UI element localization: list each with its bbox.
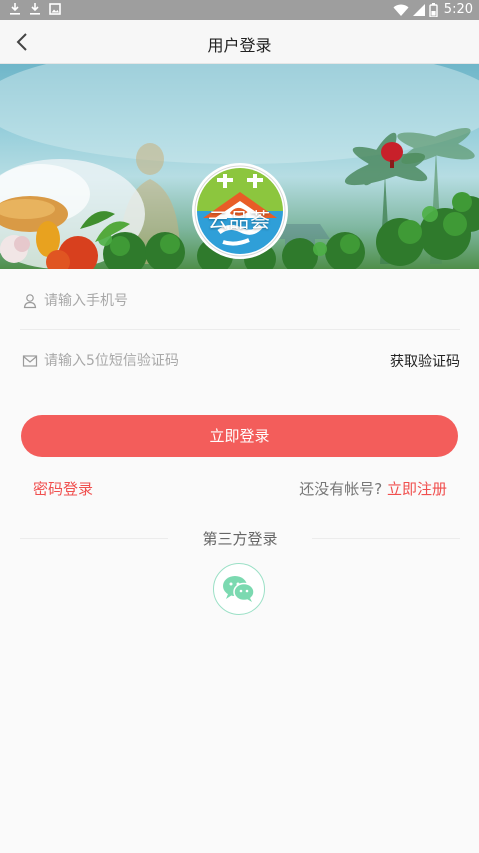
sms-code-input[interactable]: [44, 347, 364, 375]
top-navigation-bar: 用户登录: [0, 20, 479, 64]
get-code-button[interactable]: 获取验证码: [390, 351, 460, 371]
status-time: 5:20: [443, 2, 473, 17]
status-bar-system: 5:20: [393, 2, 473, 18]
envelope-icon: [22, 355, 38, 367]
divider-right: [312, 538, 460, 539]
wechat-icon: [223, 576, 255, 602]
image-icon: [49, 3, 61, 15]
brand-name: 云品荟: [208, 208, 271, 232]
wechat-login-button[interactable]: [213, 563, 265, 615]
download-icon: [10, 3, 20, 15]
login-button[interactable]: 立即登录: [21, 415, 458, 457]
no-account-text: 还没有帐号?: [299, 480, 383, 498]
signal-icon: [412, 4, 425, 16]
password-login-link[interactable]: 密码登录: [33, 478, 93, 499]
status-bar: 5:20: [0, 0, 479, 20]
third-party-login-header: 第三方登录: [20, 528, 460, 548]
hero-banner: 云品荟: [0, 64, 479, 269]
battery-icon: [429, 3, 438, 17]
sms-code-field: 获取验证码: [20, 341, 460, 381]
status-bar-notifications: [8, 2, 62, 16]
phone-input[interactable]: [44, 287, 364, 315]
register-link[interactable]: 立即注册: [387, 480, 447, 498]
wifi-icon: [393, 4, 409, 16]
download-icon: [30, 3, 40, 15]
user-icon: [23, 294, 37, 309]
register-prompt: 还没有帐号? 立即注册: [299, 478, 447, 499]
page-title: 用户登录: [207, 36, 272, 55]
field-divider: [20, 329, 460, 330]
phone-field: [20, 281, 460, 321]
